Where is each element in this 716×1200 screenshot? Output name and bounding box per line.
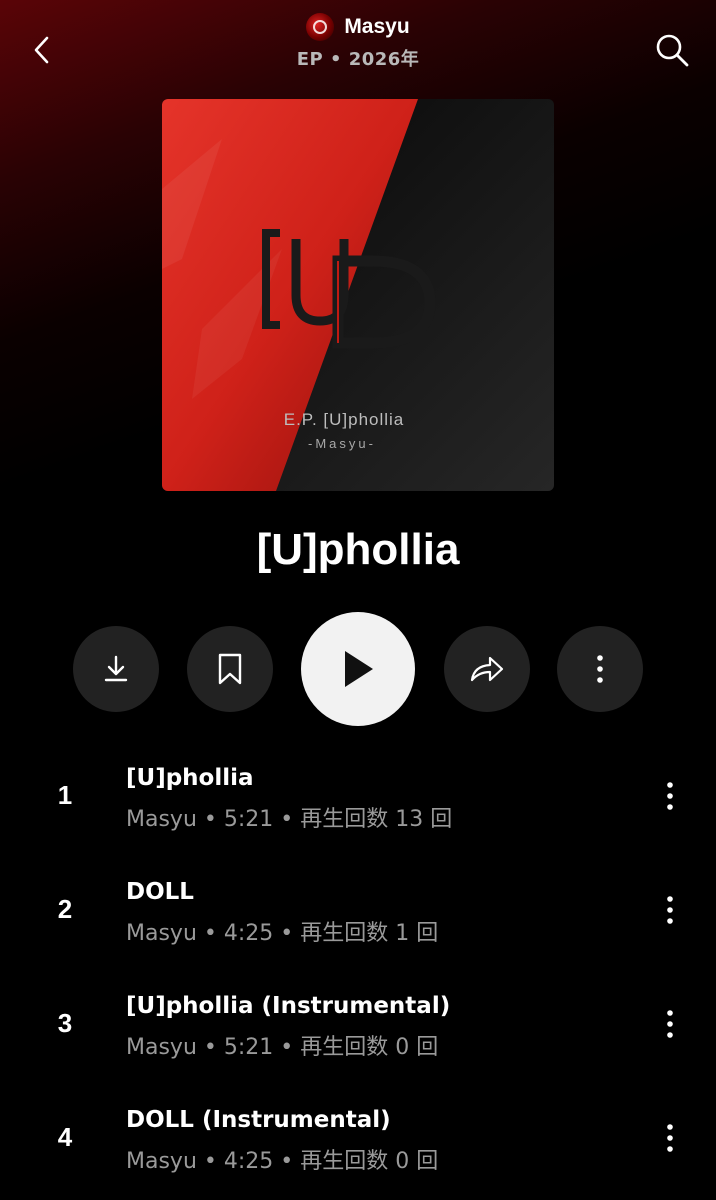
save-to-library-button[interactable] — [187, 626, 273, 712]
search-button[interactable] — [650, 28, 694, 72]
track-row[interactable]: 4 DOLL (Instrumental) Masyu • 4:25 • 再生回… — [0, 1082, 716, 1196]
release-info: EP • 2026年 — [296, 49, 420, 70]
track-title: DOLL (Instrumental) — [126, 1107, 391, 1133]
action-bar — [0, 612, 716, 727]
artist-name: Masyu — [344, 15, 410, 38]
share-button[interactable] — [444, 626, 530, 712]
track-row[interactable]: 2 DOLL Masyu • 4:25 • 再生回数 1 回 — [0, 854, 716, 968]
more-vertical-icon — [597, 655, 603, 683]
bookmark-icon — [218, 653, 242, 685]
track-meta: Masyu • 5:21 • 再生回数 13 回 — [126, 807, 453, 832]
artist-avatar — [306, 13, 335, 41]
track-row[interactable]: 1 [U]phollia Masyu • 5:21 • 再生回数 13 回 — [0, 740, 716, 854]
artist-row[interactable]: Masyu — [0, 12, 716, 42]
download-button[interactable] — [73, 626, 159, 712]
share-icon — [470, 656, 504, 682]
track-meta: Masyu • 4:25 • 再生回数 1 回 — [126, 921, 439, 946]
track-number: 3 — [57, 1008, 73, 1038]
more-vertical-icon — [667, 1124, 673, 1152]
album-cover: E.P. [U]phollia -Masyu- — [162, 99, 554, 491]
track-number: 1 — [57, 780, 73, 810]
track-meta: Masyu • 5:21 • 再生回数 0 回 — [126, 1035, 439, 1060]
track-list: 1 [U]phollia Masyu • 5:21 • 再生回数 13 回 2 … — [0, 740, 716, 1196]
download-icon — [104, 655, 128, 682]
play-button[interactable] — [301, 612, 415, 726]
search-icon — [656, 34, 689, 67]
more-vertical-icon — [667, 1010, 673, 1038]
play-icon — [345, 651, 373, 687]
more-options-button[interactable] — [557, 626, 643, 712]
track-number: 4 — [57, 1122, 73, 1152]
more-vertical-icon — [667, 782, 673, 810]
more-vertical-icon — [667, 896, 673, 924]
cover-line1: E.P. [U]phollia — [284, 410, 405, 429]
track-more-button[interactable] — [650, 1118, 690, 1158]
track-row[interactable]: 3 [U]phollia (Instrumental) Masyu • 5:21… — [0, 968, 716, 1082]
track-meta: Masyu • 4:25 • 再生回数 0 回 — [126, 1149, 439, 1174]
track-title: [U]phollia — [126, 765, 254, 791]
top-bar: Masyu EP • 2026年 — [0, 0, 716, 100]
track-more-button[interactable] — [650, 776, 690, 816]
track-more-button[interactable] — [650, 890, 690, 930]
track-more-button[interactable] — [650, 1004, 690, 1044]
track-title: DOLL — [126, 879, 194, 905]
header-info: Masyu EP • 2026年 — [0, 12, 716, 71]
cover-line2: -Masyu- — [308, 436, 376, 451]
track-title: [U]phollia (Instrumental) — [126, 993, 451, 1019]
album-title: [U]phollia — [256, 525, 460, 574]
track-number: 2 — [57, 894, 73, 924]
